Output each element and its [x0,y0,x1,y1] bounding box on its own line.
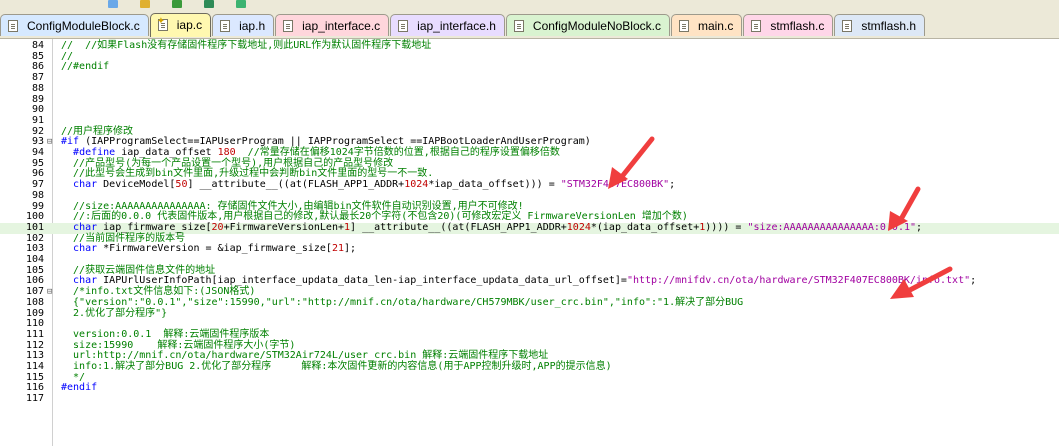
code-line[interactable]: 88 [0,82,1059,95]
line-number: 117 [25,393,44,405]
file-icon [398,20,409,32]
code-line[interactable]: 115 */ [0,371,1059,384]
tab-stmflash-c[interactable]: stmflash.c [743,14,834,36]
line-number: 108 [25,296,44,308]
code-text: info:1.解决了部分BUG 2.优化了部分程序 解释:本次固件更新的内容信息… [61,361,612,372]
toolbar-icon[interactable] [236,0,246,8]
annotation-arrow-3 [890,266,953,299]
tab-configmoduleblock-c[interactable]: ConfigModuleBlock.c [0,14,149,36]
file-icon [220,20,231,32]
toolbar-icon[interactable] [172,0,182,8]
fold-toggle-icon[interactable]: ⊟ [47,137,57,148]
tab-iap-h[interactable]: iap.h [212,14,275,36]
tab-iap-c[interactable]: ✦ iap.c [149,13,212,37]
code-text: //#endif [61,61,110,73]
code-text: #endif [61,382,98,394]
file-icon [283,20,294,32]
code-line[interactable]: 109 2.优化了部分程序"} [0,307,1059,320]
toolbar-icon[interactable] [140,0,150,8]
code-text: // [61,50,74,62]
line-number: 88 [31,82,44,94]
tab-label: stmflash.h [861,19,917,33]
code-line[interactable]: 91 [0,114,1059,127]
editor-tab-bar: ConfigModuleBlock.c ✦ iap.c iap.h iap_interf… [0,0,1059,39]
code-text: 2.优化了部分程序"} [61,307,168,319]
tab-iap-interface-c[interactable]: iap_interface.c [275,14,390,36]
annotation-arrow-1 [608,136,655,189]
tab-label: main.c [697,19,734,33]
toolbar-icons [108,0,268,10]
file-icon [513,20,524,32]
code-line[interactable]: 85// [0,50,1059,63]
file-icon [678,20,689,32]
file-tabs: ConfigModuleBlock.c ✦ iap.c iap.h iap_interf… [0,13,926,37]
code-text: // //如果Flash没有存储固件程序下载地址,则此URL作为默认固件程序下载… [61,40,432,51]
fold-toggle-icon[interactable]: ⊟ [47,287,57,298]
tab-stmflash-h[interactable]: stmflash.h [834,14,926,36]
code-text: char *FirmwareVersion = &iap_firmware_si… [73,243,357,255]
line-number: 111 [25,328,44,340]
toolbar-icon[interactable] [108,0,118,8]
code-line[interactable]: 86//#endif [0,62,1059,73]
code-line[interactable]: 87 [0,72,1059,84]
tab-label: ConfigModuleBlock.c [27,19,140,33]
annotation-arrow-2 [888,186,921,231]
tab-label: iap.h [239,19,266,33]
code-line[interactable]: 89 [0,94,1059,106]
tab-label: ConfigModuleNoBlock.c [532,19,661,33]
file-icon [751,20,762,32]
tab-label: iap_interface.h [417,19,496,33]
tab-configmodulenoblock-c[interactable]: ConfigModuleNoBlock.c [505,14,670,36]
code-text: */ [61,371,86,383]
toolbar-icon[interactable] [204,0,214,8]
line-number: 98 [31,189,44,201]
code-line[interactable]: 114 info:1.解决了部分BUG 2.优化了部分程序 解释:本次固件更新的… [0,361,1059,373]
code-line[interactable]: 117 [0,393,1059,405]
line-number: 91 [31,114,44,126]
tab-label: stmflash.c [770,19,825,33]
tab-iap-interface-h[interactable]: iap_interface.h [390,14,505,36]
code-line[interactable]: 84// //如果Flash没有存储固件程序下载地址,则此URL作为默认固件程序… [0,40,1059,52]
tab-label: iap.c [176,18,203,32]
code-line[interactable]: 103 char *FirmwareVersion = &iap_firmwar… [0,243,1059,255]
active-marker-icon: ✦ [156,16,166,27]
tab-main-c[interactable]: main.c [670,14,743,36]
file-icon [8,20,18,32]
code-line[interactable]: 116 #endif [0,383,1059,394]
code-line[interactable]: 90 [0,104,1059,116]
file-icon [842,20,853,32]
tab-label: iap_interface.c [302,19,381,33]
line-number: 101 [25,221,44,233]
code-editor[interactable]: 84// //如果Flash没有存储固件程序下载地址,则此URL作为默认固件程序… [0,39,1059,446]
